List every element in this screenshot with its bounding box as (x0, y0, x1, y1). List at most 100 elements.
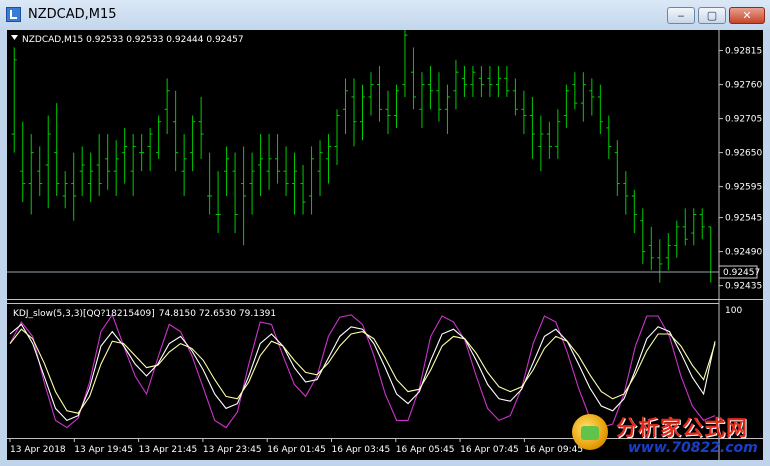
watermark-url: www.70822.com (628, 440, 758, 456)
price-bar (147, 127, 153, 172)
price-bar (368, 72, 374, 116)
price-bar (300, 165, 306, 215)
terminal-window: NZDCAD,M15 ‒ ▢ ✕ 0.92815 0.92760 0.92705 0.… (0, 0, 770, 466)
price-bar (258, 134, 264, 196)
price-bar (190, 115, 196, 172)
price-bar (708, 226, 714, 283)
chart-canvas[interactable]: 0.92815 0.92760 0.92705 0.92650 0.92595 0.925… (7, 28, 763, 460)
price-bar (224, 146, 230, 196)
price-bar (275, 134, 281, 184)
price-bar (495, 66, 501, 97)
time-tick-label: 16 Apr 07:45 (460, 445, 519, 455)
time-tick-label: 16 Apr 05:45 (396, 445, 455, 455)
price-bar (453, 59, 459, 110)
price-bar (606, 115, 612, 159)
price-bar (71, 152, 77, 221)
watermark-logo-icon (572, 414, 608, 450)
current-price-label: 0.92457 (723, 268, 760, 278)
price-bar (249, 152, 255, 215)
price-bar (546, 121, 552, 159)
price-bar (555, 109, 561, 159)
symbol-header: NZDCAD,M15 0.92533 0.92533 0.92444 0.924… (22, 35, 244, 45)
price-bar (343, 78, 349, 135)
price-bar (173, 90, 179, 172)
watermark: 分析家公式网 www.70822.com (570, 410, 766, 460)
price-bar (156, 115, 162, 159)
price-bar (283, 146, 289, 196)
indicator-header: KDJ_slow(5,3,3)[QQ?18215409] 74.8150 72.6… (13, 309, 276, 319)
price-bar (54, 103, 60, 196)
price-bar (113, 140, 119, 196)
price-bar (37, 146, 43, 196)
price-bar (470, 66, 476, 97)
price-tick-label: 0.92650 (725, 149, 762, 159)
price-bar (436, 72, 442, 122)
price-bar (122, 127, 128, 184)
minimize-icon: ‒ (677, 9, 685, 22)
title-bar[interactable]: NZDCAD,M15 ‒ ▢ ✕ (0, 0, 770, 30)
price-bar (623, 171, 629, 215)
price-bar (88, 152, 94, 203)
price-bar (130, 134, 136, 196)
price-bar (640, 208, 646, 264)
price-bar (614, 140, 620, 196)
price-bar (504, 66, 510, 97)
price-bar (691, 208, 697, 246)
price-tick-label: 0.92705 (725, 115, 762, 125)
price-bar (309, 146, 315, 215)
price-bar (326, 134, 332, 184)
price-bar (351, 78, 357, 147)
watermark-text: 分析家公式网 (616, 416, 748, 440)
price-bar (393, 84, 399, 128)
price-tick-label: 0.92595 (725, 183, 762, 193)
maximize-icon: ▢ (706, 9, 718, 22)
price-tick-label: 0.92545 (725, 214, 762, 224)
price-bar (580, 72, 586, 122)
price-bar (410, 47, 416, 110)
price-bar (597, 84, 603, 135)
chart-window-icon (6, 7, 21, 22)
window-title: NZDCAD,M15 (28, 7, 117, 22)
price-bar (631, 189, 637, 234)
price-bar (292, 152, 298, 215)
price-bar (164, 78, 170, 135)
price-bar (241, 146, 247, 246)
price-bar (512, 78, 518, 116)
price-bar (682, 208, 688, 246)
price-bar (207, 152, 213, 215)
price-bar (28, 134, 34, 215)
close-icon: ✕ (742, 9, 752, 22)
price-bar (665, 233, 671, 271)
price-bar (181, 134, 187, 196)
indicator-name: KDJ_slow(5,3,3)[QQ?18215409] (13, 309, 155, 319)
kdj-tick-label: 100 (725, 306, 742, 316)
price-bar (699, 208, 705, 240)
chart-area[interactable]: 0.92815 0.92760 0.92705 0.92650 0.92595 0.925… (7, 28, 763, 460)
price-bar (139, 134, 145, 172)
kdj-line-3 (9, 328, 716, 414)
close-button[interactable]: ✕ (729, 7, 765, 24)
price-tick-label: 0.92760 (725, 81, 762, 91)
price-bar (232, 152, 238, 234)
price-bar (96, 134, 102, 196)
price-bar (402, 28, 408, 97)
price-tick-label: 0.92815 (725, 47, 762, 57)
price-bar (657, 239, 663, 283)
price-bar (487, 66, 493, 97)
price-bar (385, 90, 391, 135)
price-bar (266, 134, 272, 190)
time-tick-label: 16 Apr 01:45 (267, 445, 326, 455)
price-bar (674, 220, 680, 258)
symbol-menu-icon[interactable] (11, 35, 18, 40)
time-tick-label: 16 Apr 03:45 (332, 445, 391, 455)
maximize-button[interactable]: ▢ (698, 7, 726, 24)
price-bar (529, 96, 535, 159)
time-tick-label: 13 Apr 19:45 (74, 445, 133, 455)
price-bar (478, 66, 484, 97)
time-tick-label: 13 Apr 23:45 (203, 445, 262, 455)
price-bar (45, 115, 51, 209)
minimize-button[interactable]: ‒ (667, 7, 695, 24)
price-bar (62, 171, 68, 209)
price-bar (317, 140, 323, 196)
price-bar (198, 96, 204, 159)
